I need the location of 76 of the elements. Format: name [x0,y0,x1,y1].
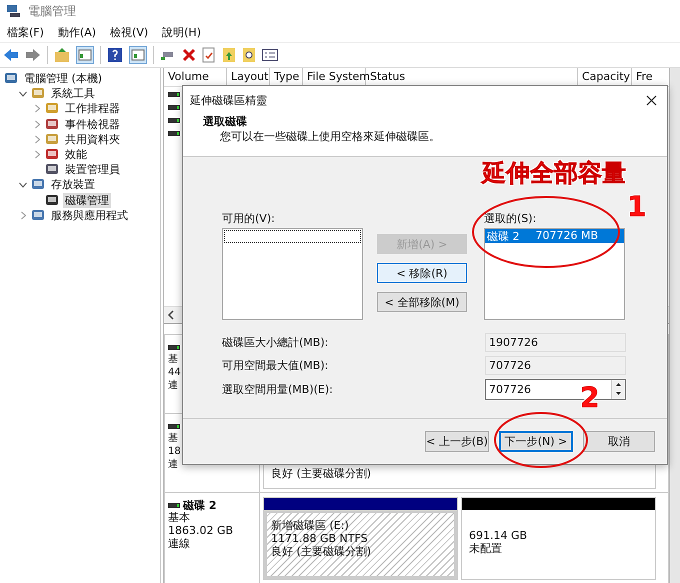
move-button[interactable]: < 全部移除(M) [377,292,467,312]
partition-info: 良好 (主要磁碟分割) [271,545,372,558]
disk-name: 磁碟 2 [487,229,520,243]
wizard-button[interactable]: 下一步(N) > [499,431,573,452]
panel-icon[interactable] [129,46,147,64]
tree-item[interactable]: 效能 [63,147,89,162]
disk-size: 707726 MB [536,229,598,243]
disk-info: 連線 [168,537,190,550]
field-label: 選取空間用量(MB)(E): [222,382,334,397]
column-header[interactable]: Fre [632,68,654,86]
list-icon[interactable] [262,49,278,61]
document-check-icon[interactable] [202,47,216,63]
folder-up-icon[interactable] [222,47,236,63]
list-label: 可用的(V): [222,211,276,226]
readonly-field: 1907726 [485,333,626,352]
menu-item[interactable]: 檢視(V) [110,24,148,40]
tree-item[interactable]: 存放裝置 [49,177,97,192]
computer-icon [6,4,22,18]
disk-info: 基本 [168,511,190,524]
field-label: 磁碟區大小總計(MB): [222,335,330,350]
annotation-number: 1 [627,193,646,221]
tree-item[interactable]: 工作排程器 [63,101,122,116]
partition-block[interactable]: 新增磁碟區 (E:) 1171.88 GB NTFS 良好 (主要磁碟分割) [263,497,458,580]
tree-item[interactable]: 共用資料夾 [63,132,122,147]
tree-node-icon [45,116,60,132]
wizard-button[interactable]: < 上一步(B) [425,431,489,452]
disk-info: 連 [168,458,178,471]
annotation-caption: 延伸全部容量 [482,161,626,185]
close-icon[interactable] [646,94,657,106]
forward-arrow-icon[interactable] [25,48,41,62]
selected-list[interactable]: 磁碟 2 707726 MB [484,228,625,320]
disk-info: 18 [168,445,181,458]
disk-info: 44 [168,366,181,379]
folder-search-icon[interactable] [242,47,256,63]
help-icon[interactable] [107,47,123,63]
window-title: 電腦管理 [28,2,76,20]
disk-info: 基 [168,353,178,366]
tree-item[interactable]: 磁碟管理 [63,192,111,208]
disk-info: 1863.02 GB [168,524,234,537]
tree-item[interactable]: 事件檢視器 [63,116,122,132]
collapse-chevron-icon[interactable] [18,182,28,188]
field-label: 可用空間最大值(MB): [222,358,330,373]
tree-item[interactable]: 電腦管理 (本機) [22,71,104,86]
dialog-title: 延伸磁碟區精靈 [190,92,267,108]
step-heading: 選取磁碟 [203,114,248,129]
partition-info: 1171.88 GB NTFS [271,532,369,545]
list-label: 選取的(S): [484,211,538,226]
back-arrow-icon[interactable] [3,48,19,62]
partition-block[interactable]: 691.14 GB 未配置 [461,497,656,580]
tree-item[interactable]: 系統工具 [49,86,97,102]
tree-node-icon [45,192,60,208]
folder-up-icon[interactable] [54,47,70,63]
move-button[interactable]: < 移除(R) [377,263,467,283]
tree-item[interactable]: 裝置管理員 [63,162,122,178]
step-description: 您可以在一些磁碟上使用空格來延伸磁碟區。 [219,129,441,144]
menu-item[interactable]: 檔案(F) [7,24,44,40]
collapse-chevron-icon[interactable] [18,90,28,97]
wizard-button[interactable]: 取消 [583,431,655,452]
scroll-left-icon[interactable] [167,310,175,320]
connect-icon[interactable] [160,49,176,61]
menu-item[interactable]: 動作(A) [58,24,96,40]
tree-item[interactable]: 服務與應用程式 [49,208,130,223]
disk-info: 連 [168,379,178,392]
menu-item[interactable]: 說明(H) [162,24,201,40]
partition-info: 良好 (主要磁碟分割) [271,467,372,480]
partition-label: 新增磁碟區 (E:) [271,519,350,532]
partition-info: 未配置 [469,542,503,555]
tree-node-icon [31,208,46,223]
disk-info: 基 [168,432,178,445]
panel-icon[interactable] [76,46,94,64]
list-item[interactable]: 磁碟 2 707726 MB [485,229,624,243]
tree-node-icon [45,132,60,147]
readonly-field: 707726 [485,356,626,375]
partition-info: 691.14 GB [469,529,528,542]
disk-name: 磁碟 2 [183,498,216,512]
delete-icon[interactable] [182,48,196,62]
